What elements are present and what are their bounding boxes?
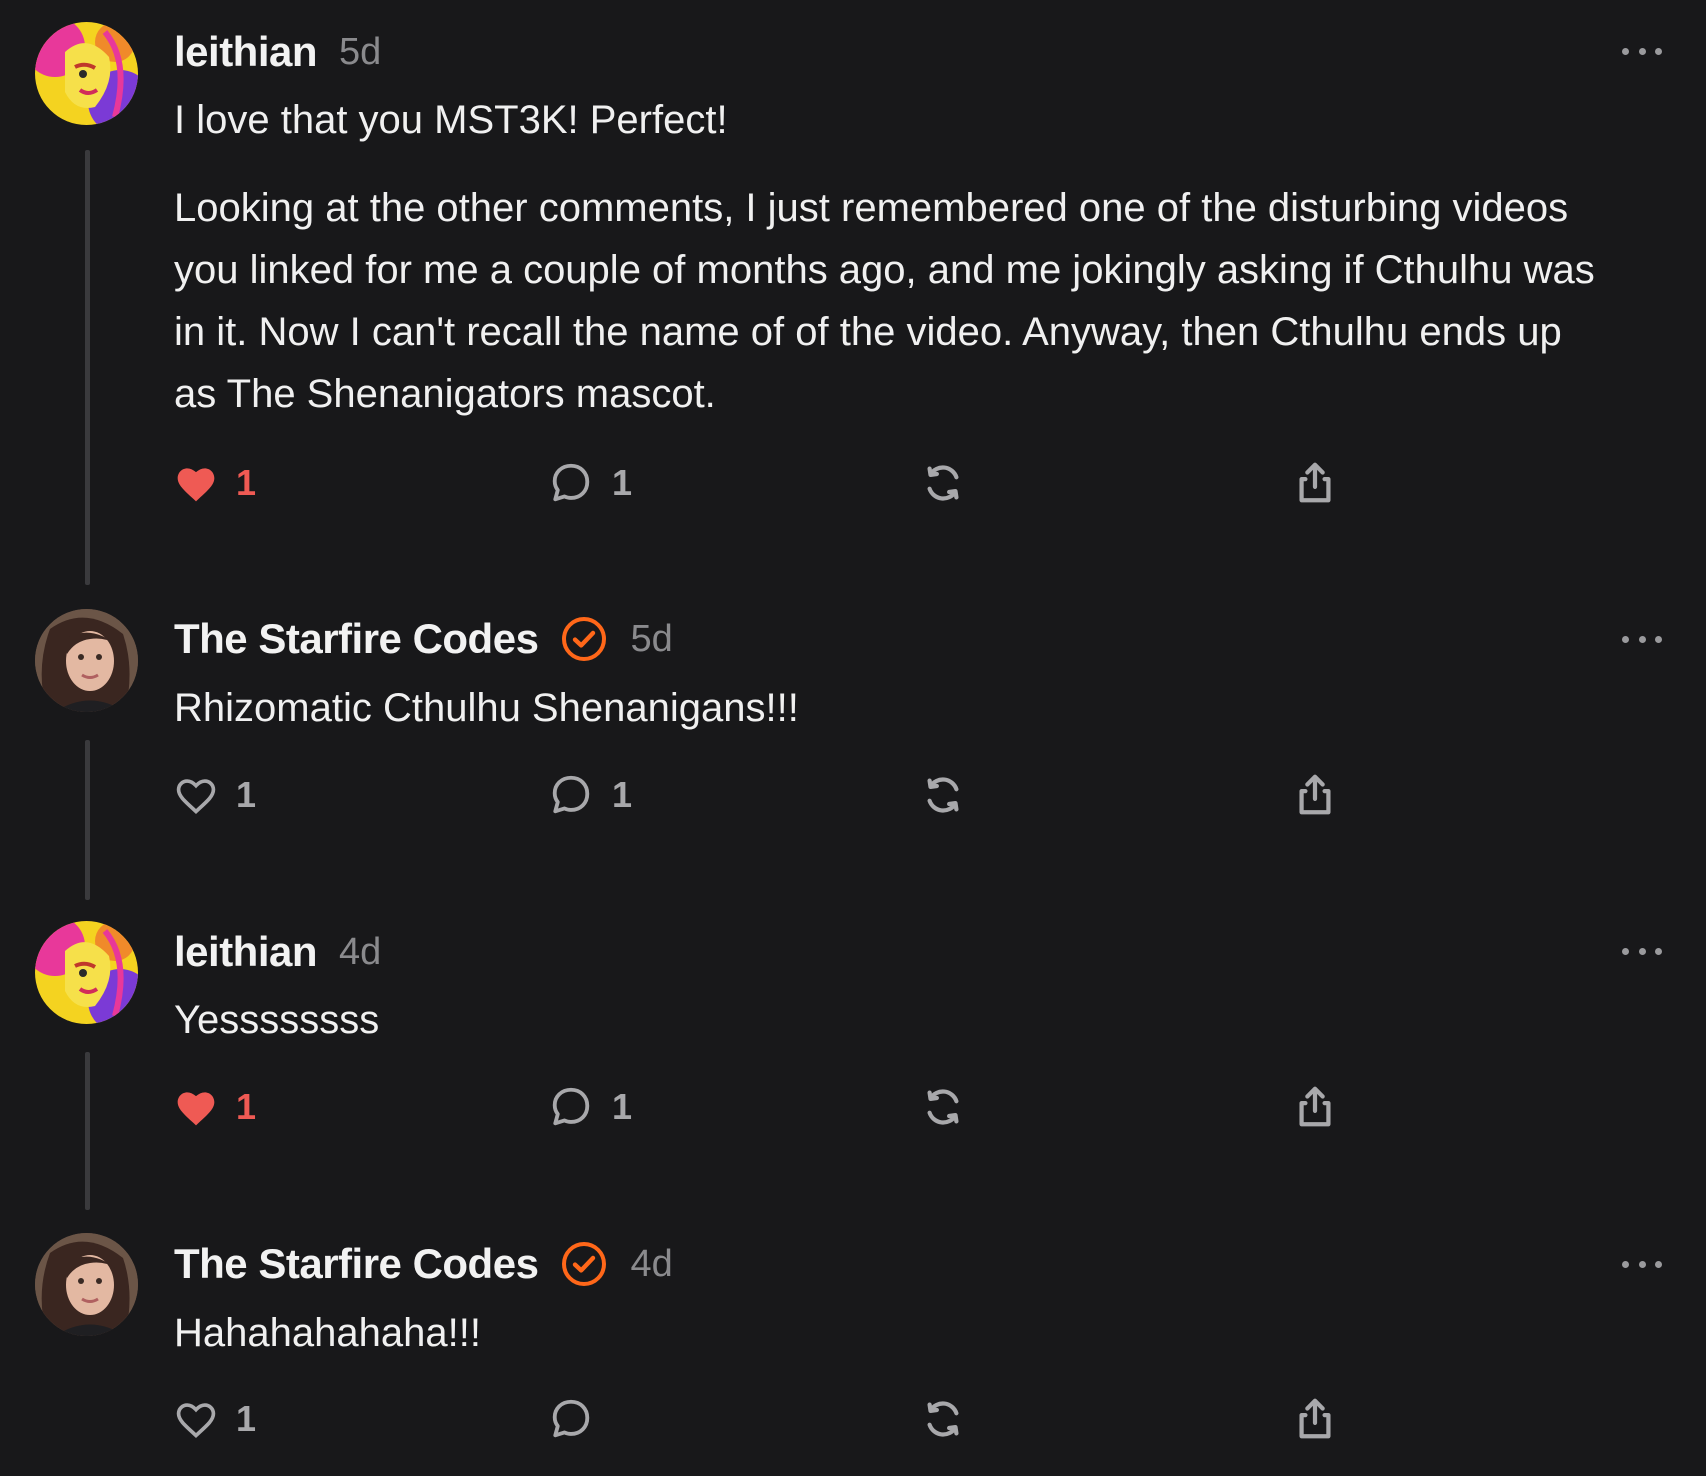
speech-bubble-icon: [552, 1399, 590, 1438]
restack-icon: [927, 777, 959, 813]
comment-header: The Starfire Codes 4d: [174, 1234, 673, 1294]
like-button[interactable]: 1: [174, 770, 256, 820]
like-count: 1: [236, 1086, 257, 1127]
like-button[interactable]: 1: [174, 1394, 256, 1444]
restack-icon: [927, 465, 959, 501]
timestamp[interactable]: 5d: [630, 618, 672, 661]
reply-button[interactable]: 1: [548, 770, 632, 820]
restack-icon: [927, 1089, 959, 1125]
share-button[interactable]: [1292, 1082, 1338, 1132]
like-count: 1: [236, 1398, 257, 1439]
reply-button[interactable]: 1: [548, 1082, 632, 1132]
avatar[interactable]: [35, 609, 138, 712]
share-button[interactable]: [1292, 1394, 1338, 1444]
like-button[interactable]: 1: [174, 1082, 256, 1132]
speech-bubble-icon: [552, 775, 590, 814]
avatar[interactable]: [35, 1233, 138, 1336]
reply-count: 1: [612, 1086, 633, 1127]
more-options-icon[interactable]: [1622, 632, 1662, 646]
pop-art-avatar-image: [35, 22, 138, 125]
heart-outline-icon: [176, 1403, 216, 1439]
portrait-avatar-image: [35, 609, 138, 712]
comment-body: I love that you MST3K! Perfect! Looking …: [174, 89, 1614, 425]
pop-art-avatar-image: [35, 921, 138, 1024]
username[interactable]: leithian: [174, 928, 318, 976]
like-count: 1: [236, 462, 257, 503]
comment-header: The Starfire Codes 5d: [174, 609, 673, 669]
portrait-avatar-image: [35, 1233, 138, 1336]
comment-actions: 1 1: [174, 458, 1374, 508]
username[interactable]: The Starfire Codes: [174, 1240, 539, 1288]
share-button[interactable]: [1292, 458, 1338, 508]
comment-actions: 1 1: [174, 770, 1374, 820]
heart-filled-icon: [177, 468, 215, 502]
comment-thread: leithian 5d I love that you MST3K! Perfe…: [0, 0, 1706, 1476]
reply-button[interactable]: 1: [548, 458, 632, 508]
thread-line: [85, 150, 90, 585]
timestamp[interactable]: 4d: [339, 931, 381, 974]
more-options-icon[interactable]: [1622, 1257, 1662, 1271]
comment-paragraph: Looking at the other comments, I just re…: [174, 186, 1595, 416]
more-options-icon[interactable]: [1622, 44, 1662, 58]
comment-paragraph: Rhizomatic Cthulhu Shenanigans!!!: [174, 686, 799, 730]
restack-button[interactable]: [920, 770, 966, 820]
comment-actions: 1 1: [174, 1082, 1374, 1132]
comment-header: leithian 5d: [174, 22, 381, 82]
thread-line: [85, 740, 90, 900]
verified-badge-icon: [560, 1240, 608, 1288]
avatar[interactable]: [35, 921, 138, 1024]
speech-bubble-icon: [552, 1087, 590, 1126]
share-icon: [1299, 774, 1331, 815]
username[interactable]: The Starfire Codes: [174, 615, 539, 663]
comment-body: Rhizomatic Cthulhu Shenanigans!!!: [174, 677, 1614, 739]
verified-badge-icon: [560, 615, 608, 663]
avatar[interactable]: [35, 22, 138, 125]
restack-button[interactable]: [920, 1082, 966, 1132]
heart-outline-icon: [176, 779, 216, 815]
like-button[interactable]: 1: [174, 458, 256, 508]
share-button[interactable]: [1292, 770, 1338, 820]
reply-count: 1: [612, 774, 633, 815]
reply-count: 1: [612, 462, 633, 503]
comment-paragraph: Yessssssss: [174, 998, 380, 1042]
restack-button[interactable]: [920, 458, 966, 508]
like-count: 1: [236, 774, 257, 815]
share-icon: [1299, 462, 1331, 503]
timestamp[interactable]: 4d: [630, 1243, 672, 1286]
comment-paragraph: Hahahahahaha!!!: [174, 1311, 481, 1355]
restack-button[interactable]: [920, 1394, 966, 1444]
timestamp[interactable]: 5d: [339, 31, 381, 74]
thread-line: [85, 1052, 90, 1210]
speech-bubble-icon: [552, 463, 590, 502]
reply-button[interactable]: [548, 1394, 612, 1444]
heart-filled-icon: [177, 1092, 215, 1126]
share-icon: [1299, 1086, 1331, 1127]
comment-body: Hahahahahaha!!!: [174, 1302, 1614, 1364]
username[interactable]: leithian: [174, 28, 318, 76]
comment-actions: 1: [174, 1394, 1374, 1444]
more-options-icon[interactable]: [1622, 944, 1662, 958]
share-icon: [1299, 1398, 1331, 1439]
comment-paragraph: I love that you MST3K! Perfect!: [174, 98, 728, 142]
comment-header: leithian 4d: [174, 922, 381, 982]
restack-icon: [927, 1401, 959, 1437]
comment-body: Yessssssss: [174, 989, 1614, 1051]
